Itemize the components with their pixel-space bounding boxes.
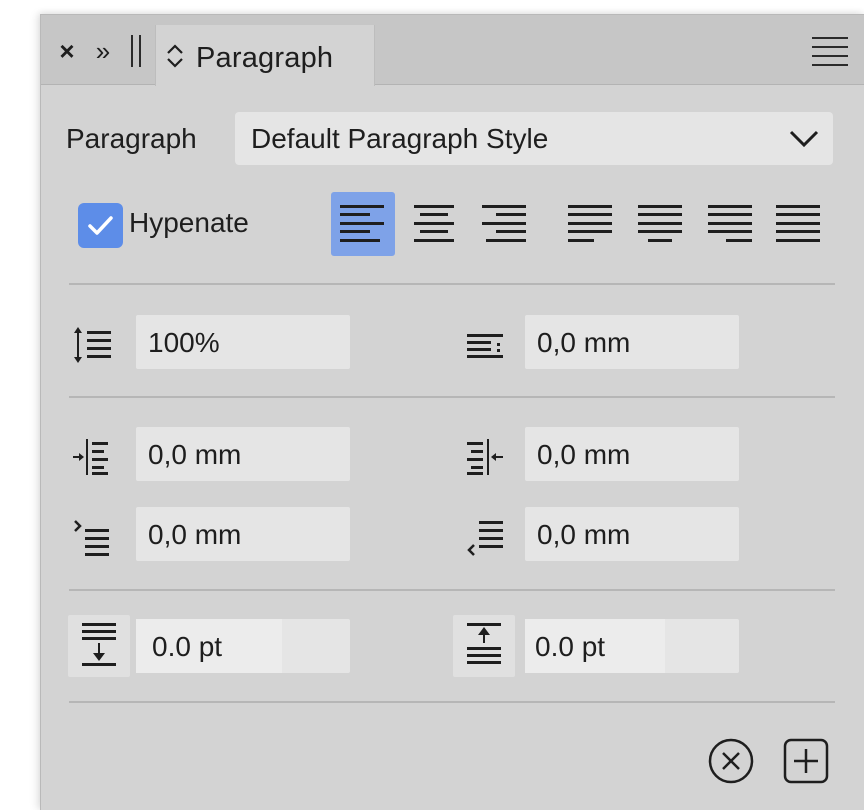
space-after-value: 0.0 pt xyxy=(535,631,606,662)
add-square-icon[interactable] xyxy=(782,737,830,785)
start-indent-value: 0,0 mm xyxy=(148,519,242,550)
tab-paragraph[interactable]: Paragraph xyxy=(155,25,375,86)
first-line-indent-value: 0,0 mm xyxy=(537,327,631,358)
right-indent-value: 0,0 mm xyxy=(537,439,631,470)
divider xyxy=(69,283,835,285)
space-after-icon xyxy=(453,615,515,677)
double-chevron-right-icon[interactable]: » xyxy=(89,35,117,67)
justify-all-icon xyxy=(776,205,820,242)
paragraph-style-value: Default Paragraph Style xyxy=(251,123,549,154)
checkmark-icon xyxy=(88,216,113,235)
align-center-icon xyxy=(414,205,454,242)
divider xyxy=(69,701,835,703)
right-indent-input[interactable]: 0,0 mm xyxy=(525,427,739,481)
line-spacing-input[interactable]: 100% xyxy=(136,315,350,369)
right-indent-icon xyxy=(467,439,503,475)
align-right-icon xyxy=(482,205,526,242)
divider xyxy=(69,396,835,398)
align-center-button[interactable] xyxy=(403,192,467,256)
space-before-value: 0.0 pt xyxy=(152,631,223,662)
space-before-icon xyxy=(68,615,130,677)
space-before-input[interactable]: 0.0 pt xyxy=(136,619,350,673)
justify-left-button[interactable] xyxy=(559,192,623,256)
justify-all-button[interactable] xyxy=(767,192,831,256)
justify-center-icon xyxy=(638,205,682,242)
space-after-input[interactable]: 0.0 pt xyxy=(525,619,739,673)
align-left-icon xyxy=(340,205,384,242)
hyphenate-label: Hypenate xyxy=(129,207,249,238)
left-indent-value: 0,0 mm xyxy=(148,439,242,470)
paragraph-style-label: Paragraph xyxy=(66,123,197,154)
up-down-chevron-icon[interactable] xyxy=(164,39,186,73)
divider xyxy=(69,589,835,591)
hyphenate-checkbox[interactable] xyxy=(78,203,123,248)
end-indent-input[interactable]: 0,0 mm xyxy=(525,507,739,561)
justify-right-button[interactable] xyxy=(699,192,763,256)
justify-center-button[interactable] xyxy=(629,192,693,256)
left-indent-input[interactable]: 0,0 mm xyxy=(136,427,350,481)
hamburger-menu-icon[interactable] xyxy=(812,37,848,67)
grip-icon[interactable] xyxy=(125,34,147,68)
left-indent-icon xyxy=(73,439,108,475)
end-indent-value: 0,0 mm xyxy=(537,519,631,550)
align-left-button[interactable] xyxy=(331,192,395,256)
tab-label: Paragraph xyxy=(196,42,334,74)
chevron-down-icon xyxy=(789,130,819,148)
paragraph-style-dropdown[interactable]: Default Paragraph Style xyxy=(235,112,833,165)
justify-left-icon xyxy=(568,205,612,242)
align-right-button[interactable] xyxy=(473,192,537,256)
justify-right-icon xyxy=(708,205,752,242)
end-indent-icon xyxy=(467,521,503,556)
first-line-indent-icon xyxy=(467,334,503,358)
start-indent-icon xyxy=(74,520,109,556)
line-spacing-icon xyxy=(74,327,111,363)
start-indent-input[interactable]: 0,0 mm xyxy=(136,507,350,561)
first-line-indent-input[interactable]: 0,0 mm xyxy=(525,315,739,369)
paragraph-panel: × » Paragraph Paragraph Default Paragrap… xyxy=(40,14,864,810)
clear-circle-icon[interactable] xyxy=(707,737,755,785)
panel-titlebar: × » Paragraph xyxy=(41,15,864,86)
close-icon[interactable]: × xyxy=(55,36,79,66)
line-spacing-value: 100% xyxy=(148,327,220,358)
